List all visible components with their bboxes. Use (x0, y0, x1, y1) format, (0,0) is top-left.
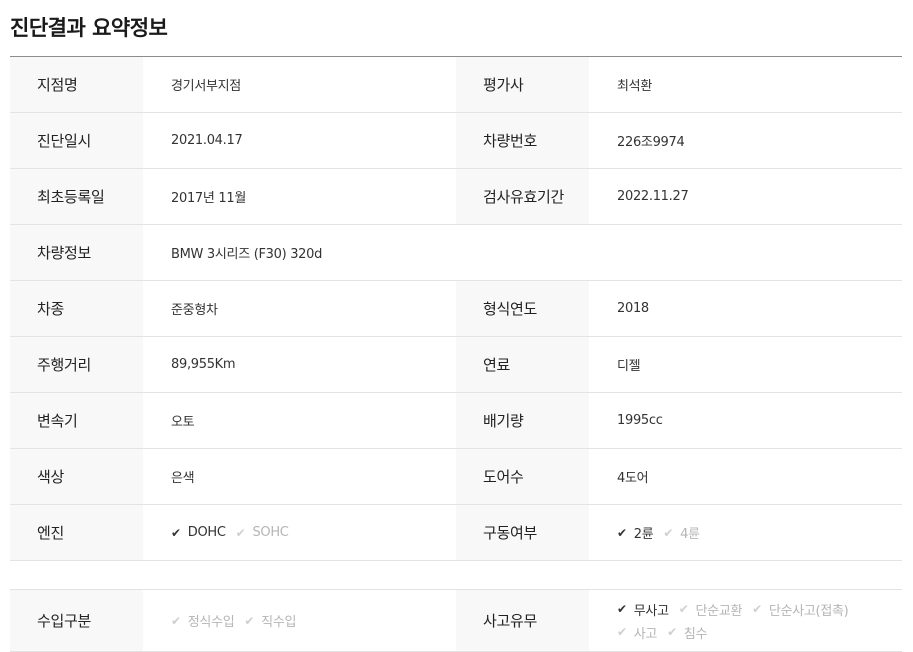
label-engine: 엔진 (10, 505, 143, 560)
check-icon: ✔ (171, 613, 181, 628)
option-sohc: ✔ SOHC (236, 525, 289, 540)
option-accident-label: 사고 (633, 626, 658, 642)
label-fuel: 연료 (456, 337, 589, 392)
option-flood: ✔ 침수 (667, 623, 707, 642)
option-no-accident: ✔ 무사고 (617, 600, 669, 619)
value-inspection-validity: 2022.11.27 (617, 189, 689, 204)
check-icon: ✔ (171, 525, 181, 540)
option-flood-label: 침수 (683, 626, 708, 642)
table-row: 최초등록일 2017년 11월 검사유효기간 2022.11.27 (10, 169, 902, 225)
option-direct-import: ✔ 직수입 (244, 611, 297, 631)
value-mileage: 89,955Km (171, 357, 236, 372)
label-model-year: 형식연도 (456, 281, 589, 336)
value-drive: ✔ 2륜 ✔ 4륜 (589, 505, 902, 560)
check-icon: ✔ (667, 625, 677, 639)
label-vehicle-class: 차종 (10, 281, 143, 336)
label-accident: 사고유무 (456, 590, 589, 651)
value-vehicle-info: BMW 3시리즈 (F30) 320d (171, 247, 323, 262)
accident-options-line-1: ✔ 무사고 ✔ 단순교환 ✔ 단순사고(접촉) (617, 600, 858, 619)
option-accident: ✔ 사고 (617, 623, 657, 642)
option-dohc-label: DOHC (187, 525, 226, 540)
option-minor-accident-label: 단순사고(접촉) (768, 603, 849, 619)
check-icon: ✔ (617, 525, 627, 540)
check-icon: ✔ (678, 602, 689, 616)
option-4wd-label: 4륜 (680, 527, 700, 542)
label-import-type: 수입구분 (10, 590, 143, 651)
value-first-registration: 2017년 11월 (171, 191, 246, 206)
value-branch: 경기서부지점 (171, 79, 241, 94)
value-import-type: ✔ 정식수입 ✔ 직수입 (143, 590, 456, 651)
table-divider (10, 561, 902, 590)
option-official-import: ✔ 정식수입 (171, 611, 235, 631)
table-row: 색상 은색 도어수 4도어 (10, 449, 902, 505)
value-vehicle-class: 준중형차 (171, 303, 218, 318)
check-icon: ✔ (617, 625, 627, 639)
label-inspection-validity: 검사유효기간 (456, 169, 589, 224)
label-plate-number: 차량번호 (456, 113, 589, 168)
option-4wd: ✔ 4륜 (663, 523, 700, 543)
option-2wd: ✔ 2륜 (617, 523, 654, 543)
table-row: 수입구분 ✔ 정식수입 ✔ 직수입 사고유무 ✔ 무사고 ✔ 단순교환 ✔ 단순… (10, 590, 902, 652)
value-displacement: 1995cc (617, 413, 663, 428)
value-color: 은색 (171, 471, 195, 486)
option-sohc-label: SOHC (252, 525, 289, 540)
value-doors: 4도어 (617, 471, 649, 486)
table-row: 지점명 경기서부지점 평가사 최석환 (10, 57, 902, 113)
option-minor-accident: ✔ 단순사고(접촉) (752, 600, 849, 619)
table-row: 엔진 ✔ DOHC ✔ SOHC 구동여부 ✔ 2륜 ✔ 4륜 (10, 505, 902, 561)
check-icon: ✔ (235, 525, 246, 540)
label-diagnosis-date: 진단일시 (10, 113, 143, 168)
option-2wd-label: 2륜 (633, 527, 654, 542)
label-doors: 도어수 (456, 449, 589, 504)
option-direct-import-label: 직수입 (261, 615, 297, 630)
value-plate-number: 226조9974 (617, 135, 685, 150)
table-row: 주행거리 89,955Km 연료 디젤 (10, 337, 902, 393)
option-no-accident-label: 무사고 (633, 603, 669, 619)
label-drive: 구동여부 (456, 505, 589, 560)
option-simple-exchange: ✔ 단순교환 (678, 600, 743, 619)
label-color: 색상 (10, 449, 143, 504)
option-simple-exchange-label: 단순교환 (695, 603, 743, 619)
label-transmission: 변속기 (10, 393, 143, 448)
value-engine: ✔ DOHC ✔ SOHC (143, 505, 456, 560)
value-diagnosis-date: 2021.04.17 (171, 133, 243, 148)
check-icon: ✔ (617, 602, 627, 616)
diagnosis-summary-table: 지점명 경기서부지점 평가사 최석환 진단일시 2021.04.17 차량번호 … (10, 56, 902, 652)
label-branch: 지점명 (10, 57, 143, 112)
table-row: 진단일시 2021.04.17 차량번호 226조9974 (10, 113, 902, 169)
table-row: 변속기 오토 배기량 1995cc (10, 393, 902, 449)
page-title: 진단결과 요약정보 (10, 16, 168, 40)
check-icon: ✔ (752, 602, 762, 616)
check-icon: ✔ (244, 613, 255, 628)
table-row: 차량정보 BMW 3시리즈 (F30) 320d (10, 225, 902, 281)
accident-options-line-2: ✔ 사고 ✔ 침수 (617, 623, 717, 642)
option-dohc: ✔ DOHC (171, 525, 226, 540)
label-first-registration: 최초등록일 (10, 169, 143, 224)
table-row: 차종 준중형차 형식연도 2018 (10, 281, 902, 337)
value-appraiser: 최석환 (617, 79, 652, 94)
option-official-import-label: 정식수입 (187, 615, 235, 630)
label-vehicle-info: 차량정보 (10, 225, 143, 280)
value-model-year: 2018 (617, 301, 649, 316)
label-mileage: 주행거리 (10, 337, 143, 392)
label-displacement: 배기량 (456, 393, 589, 448)
check-icon: ✔ (663, 525, 674, 540)
value-transmission: 오토 (171, 415, 195, 430)
label-appraiser: 평가사 (456, 57, 589, 112)
value-fuel: 디젤 (617, 359, 641, 374)
value-accident: ✔ 무사고 ✔ 단순교환 ✔ 단순사고(접촉) ✔ 사고 ✔ 침수 (589, 590, 902, 651)
